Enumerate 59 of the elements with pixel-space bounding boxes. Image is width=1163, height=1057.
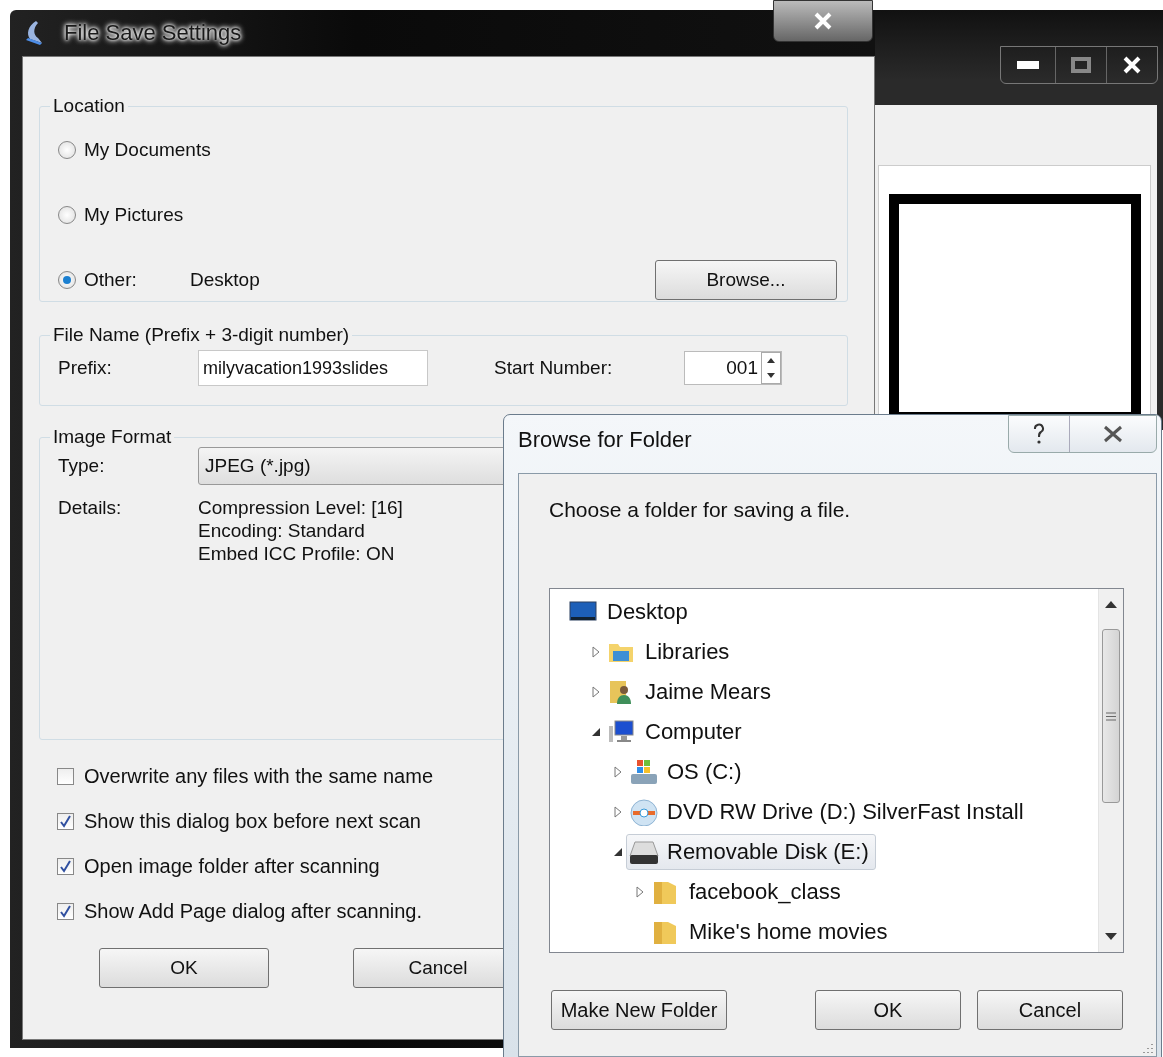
dialog-button[interactable]: OK — [815, 990, 961, 1030]
radio-label: My Pictures — [84, 203, 185, 226]
minimize-icon — [1017, 61, 1039, 69]
tree-item[interactable]: Jaime Mears — [604, 674, 778, 710]
radio-button[interactable] — [58, 270, 76, 289]
checkbox[interactable] — [57, 768, 74, 785]
tree-item[interactable]: Removable Disk (E:) — [626, 834, 876, 870]
checkbox[interactable] — [57, 903, 74, 920]
detail-text: Embed ICC Profile: ON — [198, 542, 396, 565]
radio-label: My Documents — [84, 138, 211, 161]
help-icon — [1032, 423, 1046, 445]
checkbox[interactable] — [57, 813, 74, 830]
tree-item[interactable]: Desktop — [566, 594, 695, 630]
browse-button[interactable]: Browse... — [655, 259, 837, 300]
checkbox-label: Show this dialog box before next scan — [84, 810, 421, 833]
scroll-down-icon[interactable] — [1105, 933, 1117, 940]
dialog-button[interactable]: Make New Folder — [551, 990, 727, 1030]
dialog-button[interactable]: OK — [99, 948, 269, 988]
group-label: File Name (Prefix + 3-digit number) — [52, 324, 351, 346]
spin-icon[interactable] — [761, 352, 781, 384]
detail-text: Encoding: Standard — [198, 519, 366, 542]
group-label: Location — [52, 95, 126, 117]
radio-button[interactable] — [58, 205, 76, 224]
radio-button[interactable] — [58, 140, 76, 159]
prefix-field[interactable]: milyvacation1993slides — [198, 350, 428, 386]
close-button[interactable] — [773, 0, 873, 42]
tree-item[interactable]: Libraries — [604, 634, 737, 670]
scroll-up-icon[interactable] — [1105, 601, 1117, 608]
tree-item[interactable]: OS (C:) — [626, 754, 749, 790]
system-drive-icon — [629, 758, 659, 786]
tree-item[interactable]: facebook_class — [648, 874, 848, 910]
close-icon — [1102, 425, 1124, 443]
checkbox-label: Overwrite any files with the same name — [84, 765, 434, 788]
scrollbar[interactable] — [1098, 589, 1123, 952]
tree-item[interactable]: Computer — [604, 714, 749, 750]
location-value: Desktop — [190, 268, 260, 291]
field-label: Prefix: — [58, 357, 113, 379]
detail-text: Compression Level: [16] — [198, 496, 403, 519]
checkbox-label: Show Add Page dialog after scanning. — [84, 900, 423, 923]
radio-label: Other: — [84, 268, 138, 291]
resize-grip-icon[interactable] — [1142, 1042, 1154, 1054]
dialog-button[interactable]: Cancel — [977, 990, 1123, 1030]
field-label: Start Number: — [494, 357, 614, 379]
checkbox[interactable] — [57, 858, 74, 875]
window-title: File Save Settings — [56, 16, 250, 50]
close-icon — [1122, 56, 1142, 74]
maximize-icon — [1071, 57, 1091, 73]
tree-item[interactable]: DVD RW Drive (D:) SilverFast Install — [626, 794, 1031, 830]
instruction-text: Choose a folder for saving a file. — [549, 498, 851, 522]
close-icon — [812, 12, 834, 30]
removable-icon — [629, 838, 659, 866]
group-label: Image Format — [52, 426, 173, 448]
scroll-thumb[interactable] — [1102, 629, 1120, 803]
field-label: Details: — [58, 496, 123, 520]
field-label: Type: — [58, 455, 106, 477]
tree-item[interactable]: Mike's home movies — [648, 914, 895, 950]
grip-icon — [1106, 711, 1116, 721]
number-field[interactable]: 001 — [684, 351, 782, 385]
checkbox-label: Open image folder after scanning — [84, 855, 380, 878]
